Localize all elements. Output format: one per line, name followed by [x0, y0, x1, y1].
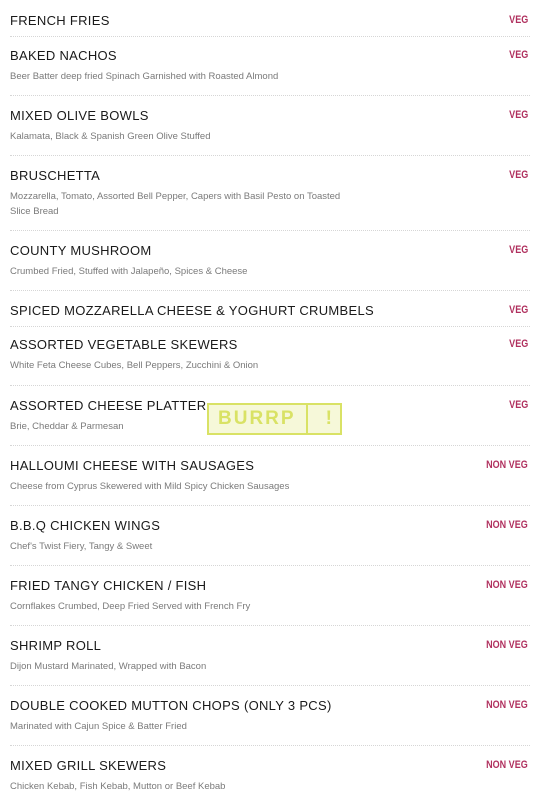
divider — [10, 36, 530, 37]
item-type-tag: VEG — [508, 244, 528, 256]
divider — [10, 745, 530, 746]
item-description: Marinated with Cajun Spice & Batter Frie… — [10, 721, 187, 732]
divider — [10, 290, 530, 291]
exclamation-icon: ! — [325, 408, 332, 429]
item-name: ASSORTED VEGETABLE SKEWERS — [10, 337, 238, 352]
item-type-tag: VEG — [508, 169, 528, 181]
item-type-tag: VEG — [508, 14, 528, 26]
divider — [10, 326, 530, 327]
item-type-tag: NON VEG — [486, 519, 528, 531]
item-description: Crumbed Fried, Stuffed with Jalapeño, Sp… — [10, 266, 248, 277]
item-name: FRIED TANGY CHICKEN / FISH — [10, 578, 207, 593]
divider — [10, 95, 530, 96]
divider — [10, 565, 530, 566]
item-type-tag: NON VEG — [486, 759, 528, 771]
item-description: Chef's Twist Fiery, Tangy & Sweet — [10, 541, 153, 552]
item-name: HALLOUMI CHEESE WITH SAUSAGES — [10, 458, 255, 473]
item-description: Cheese from Cyprus Skewered with Mild Sp… — [10, 481, 290, 492]
item-type-tag: VEG — [508, 338, 528, 350]
watermark-text: BURRP — [218, 408, 296, 429]
divider — [10, 505, 530, 506]
item-description: Mozzarella, Tomato, Assorted Bell Pepper… — [10, 191, 341, 217]
divider — [10, 685, 530, 686]
item-description: Chicken Kebab, Fish Kebab, Mutton or Bee… — [10, 781, 226, 792]
item-name: SPICED MOZZARELLA CHEESE & YOGHURT CRUMB… — [10, 303, 374, 318]
burrp-watermark: BURRP ! — [207, 403, 342, 435]
item-name: COUNTY MUSHROOM — [10, 243, 152, 258]
item-description: Kalamata, Black & Spanish Green Olive St… — [10, 131, 211, 142]
item-type-tag: VEG — [508, 304, 528, 316]
item-description: Beer Batter deep fried Spinach Garnished… — [10, 71, 279, 82]
divider — [10, 385, 530, 386]
item-name: DOUBLE COOKED MUTTON CHOPS (ONLY 3 PCS) — [10, 698, 332, 713]
item-name: BRUSCHETTA — [10, 168, 101, 183]
item-type-tag: NON VEG — [486, 459, 528, 471]
item-name: ASSORTED CHEESE PLATTER — [10, 398, 207, 413]
item-description: White Feta Cheese Cubes, Bell Peppers, Z… — [10, 360, 259, 371]
item-type-tag: VEG — [508, 49, 528, 61]
item-name: MIXED GRILL SKEWERS — [10, 758, 167, 773]
item-name: BAKED NACHOS — [10, 48, 117, 63]
item-name: B.B.Q CHICKEN WINGS — [10, 518, 161, 533]
item-description: Dijon Mustard Marinated, Wrapped with Ba… — [10, 661, 207, 672]
item-type-tag: NON VEG — [486, 639, 528, 651]
item-type-tag: NON VEG — [486, 699, 528, 711]
item-type-tag: VEG — [508, 399, 528, 411]
item-name: SHRIMP ROLL — [10, 638, 102, 653]
item-type-tag: NON VEG — [486, 579, 528, 591]
item-name: FRENCH FRIES — [10, 13, 110, 28]
divider — [10, 230, 530, 231]
divider — [10, 155, 530, 156]
item-name: MIXED OLIVE BOWLS — [10, 108, 149, 123]
item-type-tag: VEG — [508, 109, 528, 121]
divider — [10, 625, 530, 626]
item-description: Cornflakes Crumbed, Deep Fried Served wi… — [10, 601, 251, 612]
divider — [10, 445, 530, 446]
